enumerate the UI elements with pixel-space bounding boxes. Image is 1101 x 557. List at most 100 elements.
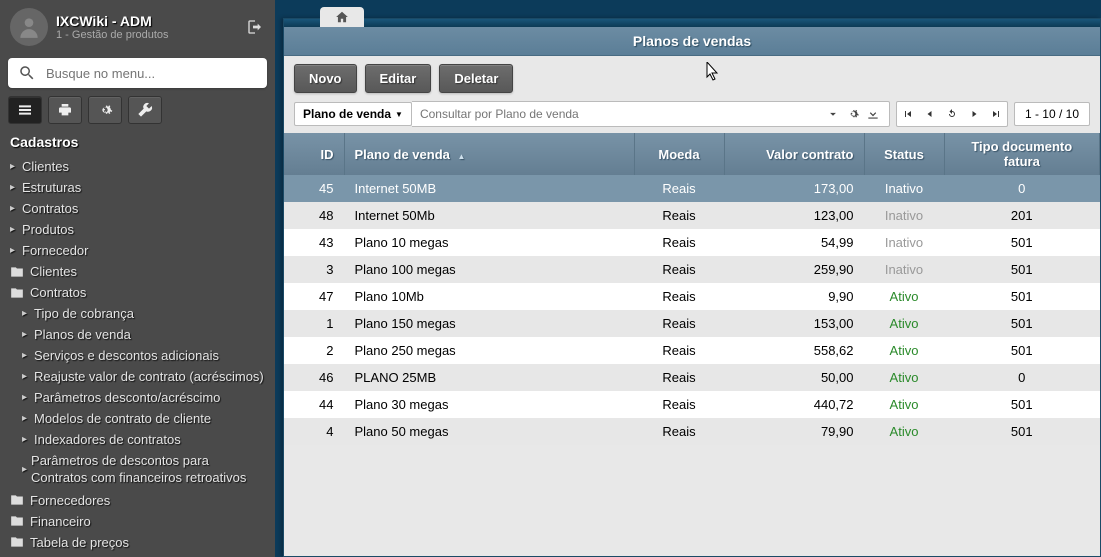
print-icon[interactable] [48,96,82,124]
tree-label: Fornecedores [30,493,110,508]
table-row[interactable]: 47Plano 10MbReais9,90Ativo501 [284,283,1100,310]
cell-valor: 440,72 [724,391,864,418]
cell-status: Ativo [864,364,944,391]
wrench-icon[interactable] [128,96,162,124]
cell-id: 47 [284,283,344,310]
gears-icon[interactable] [88,96,122,124]
panel-title: Planos de vendas [284,27,1100,56]
cell-id: 44 [284,391,344,418]
cell-tipo: 501 [944,283,1100,310]
tree-subitem[interactable]: ▸Indexadores de contratos [18,429,269,450]
pager-range: 1 - 10 / 10 [1014,102,1090,126]
tree-subitem[interactable]: ▸Planos de venda [18,324,269,345]
tree-label: Reajuste valor de contrato (acréscimos) [34,369,264,384]
download-icon[interactable] [865,106,881,122]
tree-folder[interactable]: Clientes [6,261,269,282]
tree-subitem[interactable]: ▸Modelos de contrato de cliente [18,408,269,429]
table-row[interactable]: 46PLANO 25MBReais50,00Ativo0 [284,364,1100,391]
menu-list-icon[interactable] [8,96,42,124]
tree-item[interactable]: ▸Estruturas [6,177,269,198]
cell-status: Inativo [864,202,944,229]
col-id[interactable]: ID [284,133,344,175]
cell-moeda: Reais [634,337,724,364]
tree-subitem[interactable]: ▸Parâmetros desconto/acréscimo [18,387,269,408]
home-tab[interactable] [320,7,364,27]
cell-moeda: Reais [634,418,724,445]
cell-plano: Internet 50Mb [344,202,634,229]
cell-valor: 123,00 [724,202,864,229]
col-moeda[interactable]: Moeda [634,133,724,175]
cell-tipo: 0 [944,364,1100,391]
col-valor[interactable]: Valor contrato [724,133,864,175]
section-cadastros: Cadastros [0,124,275,156]
table-row[interactable]: 4Plano 50 megasReais79,90Ativo501 [284,418,1100,445]
cell-id: 43 [284,229,344,256]
menu-search[interactable] [8,58,267,88]
filter-gear-icon[interactable] [845,106,861,122]
tree-item[interactable]: ▸Clientes [6,156,269,177]
editar-button[interactable]: Editar [365,64,432,93]
tree-folder[interactable]: Financeiro [6,511,269,532]
tree-label: Produtos [22,222,74,237]
cell-status: Inativo [864,256,944,283]
folder-icon [10,286,24,300]
tree-subitem[interactable]: ▸Tipo de cobrança [18,303,269,324]
pager-prev[interactable] [919,102,941,126]
cell-id: 48 [284,202,344,229]
novo-button[interactable]: Novo [294,64,357,93]
col-plano-label: Plano de venda [355,147,450,162]
cell-valor: 9,90 [724,283,864,310]
sort-indicator-icon: ▲ [458,152,466,161]
table-row[interactable]: 43Plano 10 megasReais54,99Inativo501 [284,229,1100,256]
pager-next[interactable] [963,102,985,126]
cell-id: 1 [284,310,344,337]
tree-item[interactable]: ▸Contratos [6,198,269,219]
filter-field-select[interactable]: Plano de venda ▼ [294,102,412,126]
cell-tipo: 201 [944,202,1100,229]
pager-first[interactable] [897,102,919,126]
table-row[interactable]: 48Internet 50MbReais123,00Inativo201 [284,202,1100,229]
tree-folder[interactable]: Fornecedores [6,490,269,511]
tree-folder[interactable]: Produtos [6,553,269,557]
tree-label: Clientes [22,159,69,174]
cell-valor: 558,62 [724,337,864,364]
tree-item[interactable]: ▸ Fornecedor [6,240,269,261]
logout-icon[interactable] [245,17,265,37]
cell-valor: 173,00 [724,175,864,202]
tree-label: Fornecedor [22,243,88,258]
tree-subitem[interactable]: ▸Serviços e descontos adicionais [18,345,269,366]
cell-moeda: Reais [634,175,724,202]
cell-moeda: Reais [634,256,724,283]
table-row[interactable]: 45Internet 50MBReais173,00Inativo0 [284,175,1100,202]
cell-valor: 259,90 [724,256,864,283]
cell-plano: Plano 30 megas [344,391,634,418]
caret-icon: ▸ [10,245,18,256]
caret-icon: ▸ [10,182,18,193]
col-tipo[interactable]: Tipo documento fatura [944,133,1100,175]
pager-refresh[interactable] [941,102,963,126]
table-row[interactable]: 3Plano 100 megasReais259,90Inativo501 [284,256,1100,283]
folder-icon [10,535,24,549]
pager-last[interactable] [985,102,1007,126]
filter-dropdown-icon[interactable] [825,106,841,122]
grid: ID Plano de venda ▲ Moeda Valor contrato… [284,133,1100,445]
cell-id: 45 [284,175,344,202]
col-status[interactable]: Status [864,133,944,175]
cell-valor: 153,00 [724,310,864,337]
cell-valor: 54,99 [724,229,864,256]
tree-folder[interactable]: Contratos [6,282,269,303]
col-plano[interactable]: Plano de venda ▲ [344,133,634,175]
cell-plano: Internet 50MB [344,175,634,202]
table-row[interactable]: 2Plano 250 megasReais558,62Ativo501 [284,337,1100,364]
deletar-button[interactable]: Deletar [439,64,513,93]
filter-input[interactable] [420,107,821,121]
tree-subitem[interactable]: ▸Reajuste valor de contrato (acréscimos) [18,366,269,387]
tree-subitem[interactable]: ▸Parâmetros de descontos para Contratos … [18,450,269,490]
cell-moeda: Reais [634,229,724,256]
tree-folder[interactable]: Tabela de preços [6,532,269,553]
menu-search-input[interactable] [46,66,257,81]
table-row[interactable]: 1Plano 150 megasReais153,00Ativo501 [284,310,1100,337]
cell-plano: Plano 10Mb [344,283,634,310]
table-row[interactable]: 44Plano 30 megasReais440,72Ativo501 [284,391,1100,418]
tree-item[interactable]: ▸Produtos [6,219,269,240]
